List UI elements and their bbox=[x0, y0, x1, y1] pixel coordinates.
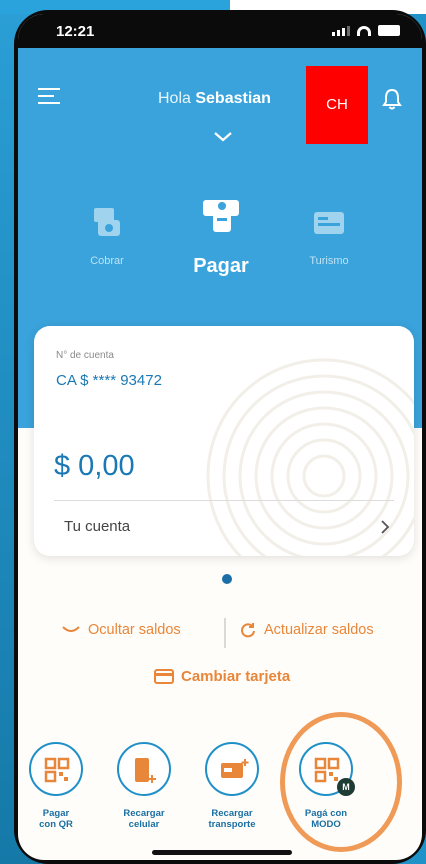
quick-action-label: celular bbox=[128, 819, 160, 830]
account-balance: $ 0,00 bbox=[54, 450, 135, 482]
home-indicator bbox=[152, 850, 292, 855]
app-screen: 12:21 Hola Sebastian CH Cobrar Pagar Tur… bbox=[18, 14, 422, 860]
hide-balances-link[interactable]: Ocultar saldos bbox=[62, 622, 181, 638]
signal-icon bbox=[332, 26, 350, 36]
quick-action-label: con QR bbox=[39, 819, 73, 830]
balance-links: Ocultar saldos Actualizar saldos bbox=[18, 618, 422, 648]
refresh-balances-label: Actualizar saldos bbox=[264, 622, 374, 638]
battery-icon bbox=[378, 25, 400, 36]
bell-icon[interactable] bbox=[382, 88, 402, 110]
page-indicator-dot bbox=[222, 574, 232, 584]
account-number: CA $ **** 93472 bbox=[56, 372, 162, 389]
quick-action-label: Pagar bbox=[42, 808, 70, 819]
chevron-right-icon[interactable] bbox=[381, 520, 390, 534]
cobrar-icon bbox=[94, 208, 120, 236]
change-card-link[interactable]: Cambiar tarjeta bbox=[154, 668, 290, 685]
action-turismo[interactable]: Turismo bbox=[284, 204, 374, 267]
change-card-label: Cambiar tarjeta bbox=[181, 668, 291, 685]
tu-cuenta-link[interactable]: Tu cuenta bbox=[64, 518, 130, 535]
card-divider bbox=[54, 500, 394, 501]
status-time: 12:21 bbox=[56, 23, 95, 40]
greeting-text: Hola bbox=[158, 90, 191, 107]
action-turismo-label: Turismo bbox=[309, 255, 349, 267]
highlight-ring bbox=[280, 712, 402, 852]
action-pagar[interactable]: Pagar bbox=[176, 198, 266, 278]
phone-recharge-icon bbox=[135, 758, 156, 783]
account-number-label: N° de cuenta bbox=[56, 350, 114, 361]
quick-action-label: Recargar bbox=[211, 808, 253, 819]
wifi-icon bbox=[357, 26, 371, 36]
quick-action-pagar-qr[interactable]: Pagar con QR bbox=[18, 742, 98, 830]
action-cobrar[interactable]: Cobrar bbox=[62, 204, 152, 267]
action-pagar-label: Pagar bbox=[193, 255, 249, 277]
greeting: Hola Sebastian bbox=[158, 90, 271, 108]
eye-closed-icon bbox=[62, 626, 80, 632]
quick-action-recargar-celular[interactable]: Recargar celular bbox=[102, 742, 186, 830]
turismo-icon bbox=[314, 212, 344, 234]
status-bar: 12:21 bbox=[18, 14, 422, 48]
refresh-balances-link[interactable]: Actualizar saldos bbox=[240, 622, 374, 638]
action-cobrar-label: Cobrar bbox=[90, 255, 124, 267]
pagar-icon bbox=[203, 200, 239, 232]
chevron-down-icon[interactable] bbox=[214, 132, 232, 142]
quick-action-label: Recargar bbox=[123, 808, 165, 819]
transport-card-icon bbox=[221, 759, 249, 778]
quick-action-recargar-transporte[interactable]: Recargar transporte bbox=[190, 742, 274, 830]
ch-button[interactable]: CH bbox=[306, 66, 368, 144]
refresh-icon bbox=[241, 623, 255, 638]
account-card[interactable]: N° de cuenta CA $ **** 93472 $ 0,00 Tu c… bbox=[34, 326, 414, 556]
menu-icon[interactable] bbox=[38, 88, 60, 108]
qr-icon bbox=[44, 757, 70, 783]
user-name: Sebastian bbox=[195, 90, 271, 107]
hide-balances-label: Ocultar saldos bbox=[88, 622, 181, 638]
quick-action-label: transporte bbox=[208, 819, 256, 830]
links-separator bbox=[224, 618, 226, 648]
card-icon bbox=[154, 669, 174, 684]
